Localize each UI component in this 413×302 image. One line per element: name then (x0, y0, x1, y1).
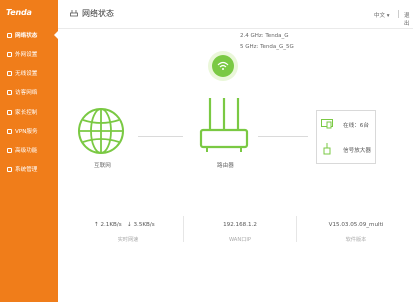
realtime-speed: ↑ 2.1KB/s ↓ 3.5KB/s (94, 222, 164, 228)
page-title: 网络状态 (82, 9, 114, 18)
wan-caption: WAN口IP (228, 237, 252, 243)
tools-icon (7, 147, 12, 153)
monitor-icon (321, 119, 333, 129)
upload-speed: 2.1KB/s (100, 222, 122, 228)
router-icon (70, 10, 78, 17)
sidebar-item-label: 高级功能 (15, 148, 38, 154)
sidebar-item-wireless[interactable]: 无线设置 (0, 65, 58, 81)
wan-ip: 192.168.1.2 (223, 222, 257, 228)
wifi-icon (212, 55, 234, 77)
sidebar-item-label: VPN服务 (15, 129, 38, 135)
sidebar: Tenda 网络状态 外网设置 无线设置 访客网络 家长控制 VPN服务 高级功… (0, 0, 58, 302)
parental-icon (7, 109, 12, 115)
sidebar-item-guest[interactable]: 访客网络 (0, 84, 58, 100)
logout-link[interactable]: 退出 (404, 11, 413, 27)
chevron-down-icon: ▾ (386, 13, 390, 19)
divider (398, 10, 399, 18)
connection-line (258, 136, 308, 137)
download-arrow-icon: ↓ (127, 222, 132, 228)
sidebar-item-label: 家长控制 (15, 110, 38, 116)
sidebar-item-network-status[interactable]: 网络状态 (0, 27, 58, 43)
sidebar-item-internet-settings[interactable]: 外网设置 (0, 46, 58, 62)
sidebar-item-label: 网络状态 (15, 33, 38, 39)
divider (183, 216, 184, 242)
network-status-icon (7, 32, 12, 38)
online-devices-count[interactable]: 在线：6台 (343, 121, 369, 129)
guest-icon (7, 89, 12, 95)
ssid-5g: 5 GHz: Tenda_G_5G (240, 44, 294, 50)
wifi-settings-button[interactable] (208, 51, 238, 81)
sidebar-item-label: 外网设置 (15, 52, 38, 58)
sidebar-item-system[interactable]: 系统管理 (0, 161, 58, 177)
sidebar-item-advanced[interactable]: 高级功能 (0, 142, 58, 158)
connection-line (138, 136, 183, 137)
language-select[interactable]: 中文 ▾ (374, 11, 390, 19)
sidebar-item-parental[interactable]: 家长控制 (0, 104, 58, 120)
version-caption: 软件版本 (345, 237, 367, 243)
gear-icon (7, 166, 12, 172)
brand-logo: Tenda (6, 8, 32, 17)
wifi-icon (7, 70, 12, 76)
language-label: 中文 (374, 13, 386, 19)
internet-label: 互联网 (94, 163, 111, 169)
top-bar: 网络状态 中文 ▾ 退出 (58, 0, 413, 29)
devices-panel[interactable]: 在线：6台 信号放大器 (316, 110, 376, 164)
ssid-2g: 2.4 GHz: Tenda_G (240, 33, 289, 39)
vpn-icon (7, 128, 12, 134)
sidebar-item-label: 无线设置 (15, 71, 38, 77)
signal-booster-label[interactable]: 信号放大器 (343, 146, 371, 154)
upload-arrow-icon: ↑ (94, 222, 99, 228)
sidebar-item-label: 系统管理 (15, 167, 38, 173)
firmware-version: V15.03.05.09_multi (328, 222, 384, 228)
router-icon[interactable] (199, 96, 249, 156)
signal-booster-icon (323, 143, 331, 155)
speed-caption: 实时网速 (117, 237, 139, 243)
router-label: 路由器 (217, 163, 234, 169)
globe-icon (78, 108, 124, 154)
divider (296, 216, 297, 242)
sidebar-item-vpn[interactable]: VPN服务 (0, 123, 58, 139)
sidebar-item-label: 访客网络 (15, 90, 38, 96)
globe-icon (7, 51, 12, 57)
download-speed: 3.5KB/s (133, 222, 155, 228)
